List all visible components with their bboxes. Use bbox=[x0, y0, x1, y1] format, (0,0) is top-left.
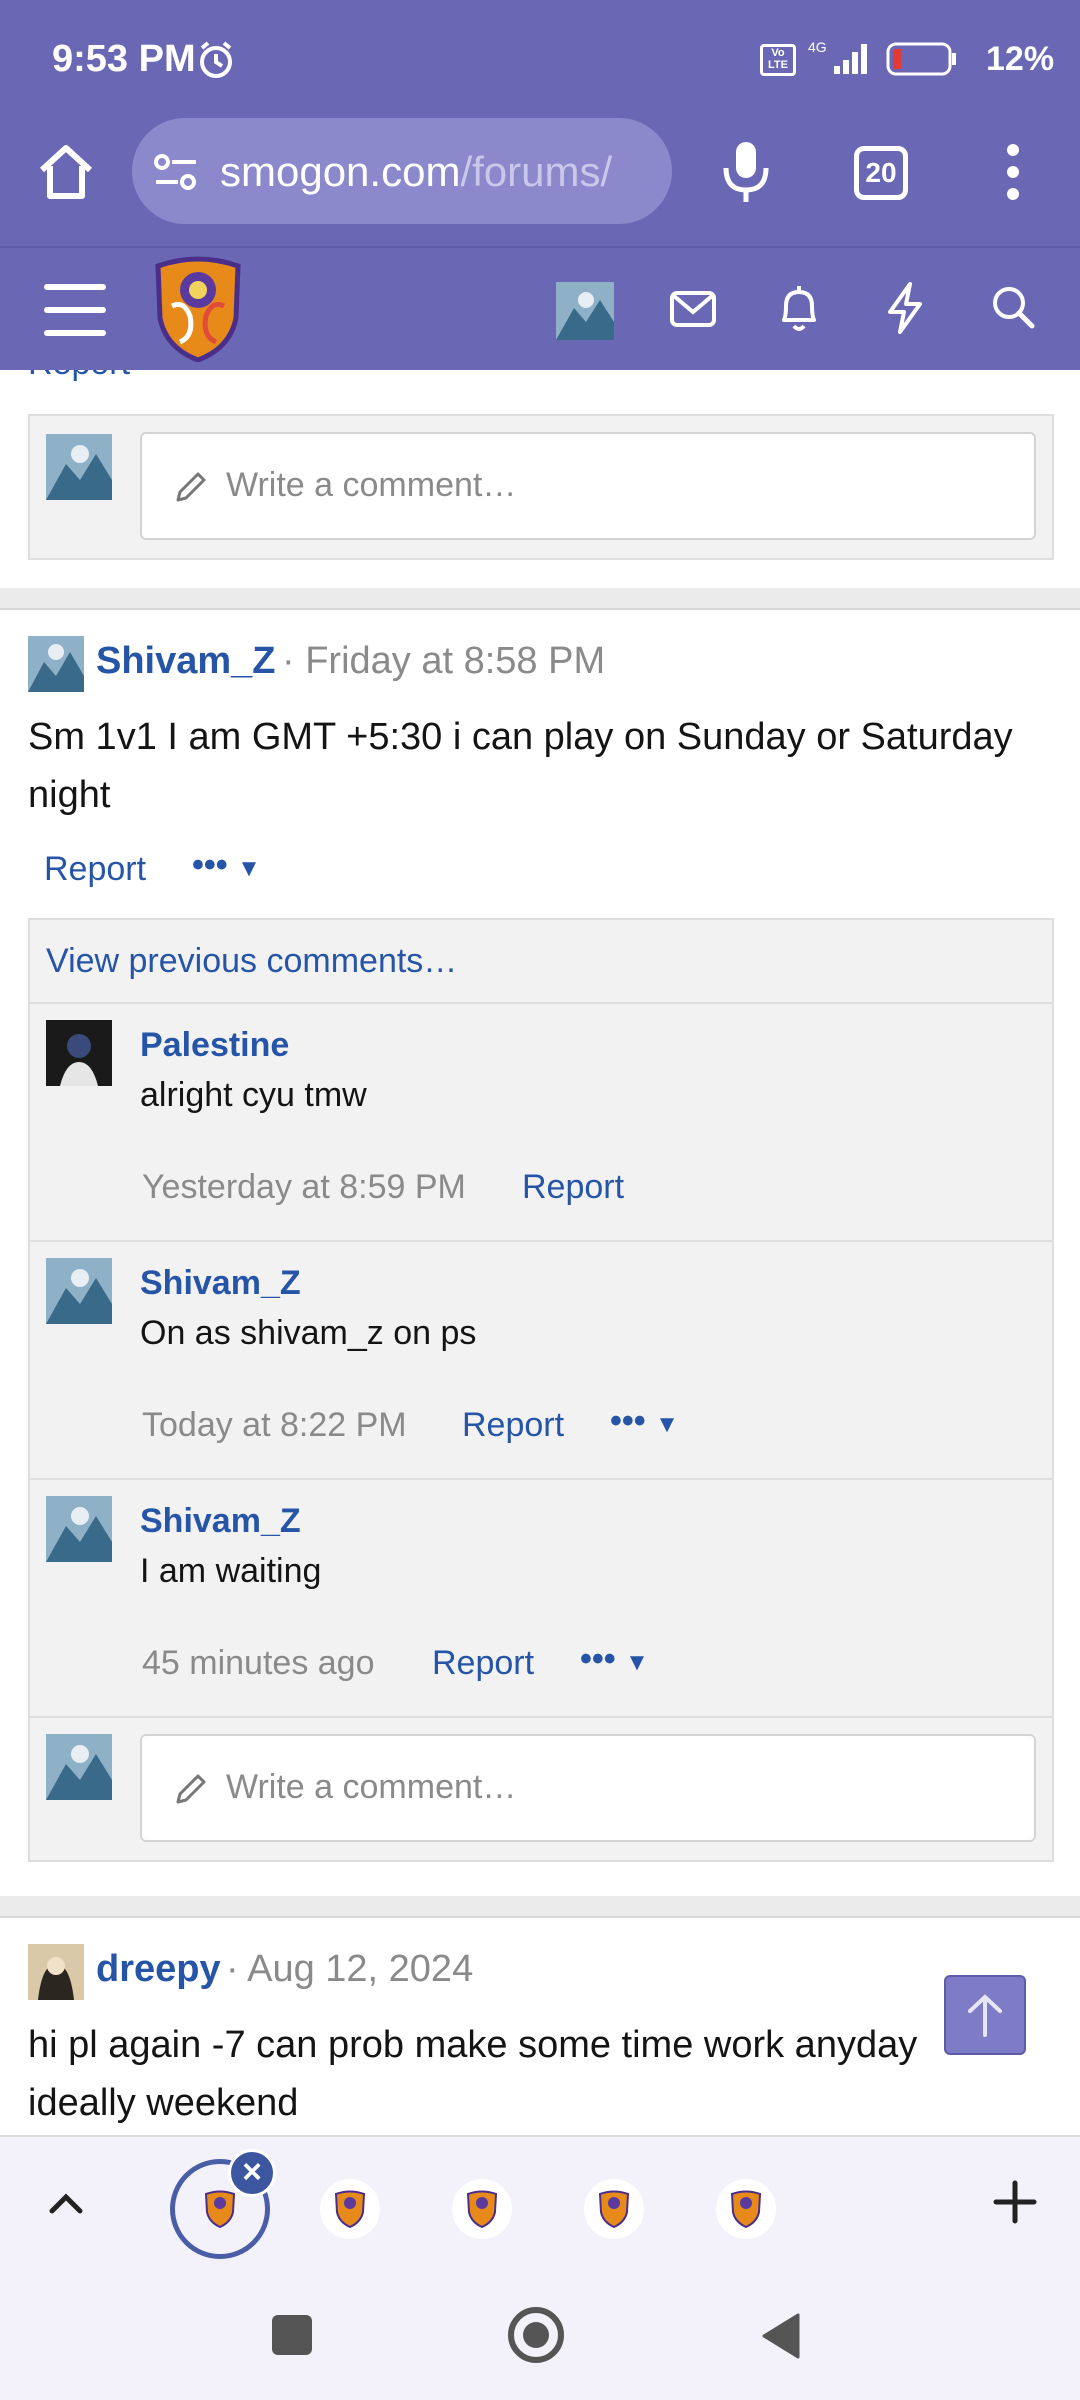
status-bar: 9:53 PM Vo LTE 4G 12% bbox=[0, 0, 1080, 118]
battery-percentage: 12% bbox=[986, 40, 1055, 78]
report-link[interactable]: Report bbox=[462, 1406, 564, 1445]
more-options-button[interactable]: ••• ▼ bbox=[580, 1640, 649, 1679]
user-avatar[interactable] bbox=[46, 1020, 112, 1086]
address-bar[interactable]: smogon.com/forums/ bbox=[132, 118, 672, 224]
more-options-button[interactable]: ••• ▼ bbox=[192, 846, 261, 885]
user-avatar[interactable] bbox=[46, 434, 112, 500]
user-avatar[interactable] bbox=[556, 282, 614, 340]
signal-icon: 4G bbox=[808, 39, 867, 74]
view-previous-comments-link[interactable]: View previous comments… bbox=[46, 942, 457, 981]
browser-toolbar: smogon.com/forums/ 20 bbox=[0, 118, 1080, 246]
user-avatar[interactable] bbox=[46, 1496, 112, 1562]
more-dots: ••• bbox=[610, 1402, 646, 1440]
comment-item: Shivam_Z On as shivam_z on ps Today at 8… bbox=[30, 1240, 1052, 1478]
scroll-to-top-button[interactable] bbox=[944, 1975, 1026, 2055]
write-comment-placeholder: Write a comment… bbox=[226, 466, 517, 504]
home-icon[interactable] bbox=[34, 140, 98, 204]
user-avatar[interactable] bbox=[28, 1944, 84, 2000]
recents-button[interactable] bbox=[272, 2315, 312, 2355]
smogon-favicon bbox=[730, 2190, 762, 2228]
post-date[interactable]: · Friday at 8:58 PM bbox=[282, 640, 605, 683]
smogon-favicon bbox=[204, 2190, 236, 2228]
write-comment-input[interactable]: Write a comment… bbox=[140, 1734, 1036, 1842]
system-navigation-bar bbox=[0, 2275, 1080, 2400]
chevron-up-icon[interactable] bbox=[44, 2181, 88, 2225]
volte-icon: Vo LTE bbox=[760, 44, 796, 76]
comment-item: Shivam_Z I am waiting 45 minutes ago Rep… bbox=[30, 1478, 1052, 1716]
home-button[interactable] bbox=[508, 2307, 564, 2363]
lightning-icon[interactable] bbox=[882, 280, 928, 336]
report-link[interactable]: Report bbox=[522, 1168, 624, 1207]
comment-text: I am waiting bbox=[140, 1552, 322, 1590]
arrow-up-icon bbox=[968, 1994, 1002, 2037]
more-dots: ••• bbox=[192, 846, 228, 884]
profile-post: dreepy · Aug 12, 2024 hi pl again -7 can… bbox=[0, 1916, 1080, 2135]
alarm-icon bbox=[200, 41, 232, 78]
report-link[interactable]: Report bbox=[432, 1644, 534, 1683]
more-dots: ••• bbox=[580, 1640, 616, 1678]
post-author[interactable]: dreepy bbox=[96, 1948, 221, 1991]
write-comment-placeholder: Write a comment… bbox=[226, 1768, 517, 1806]
comments-list: View previous comments… Palestine alrigh… bbox=[28, 918, 1054, 1862]
url-domain: smogon.com bbox=[220, 148, 461, 195]
network-type: 4G bbox=[808, 39, 827, 55]
comment-time[interactable]: 45 minutes ago bbox=[142, 1644, 375, 1683]
battery-icon bbox=[886, 42, 956, 76]
report-link[interactable]: Report bbox=[28, 370, 130, 383]
tab-thumbnail[interactable] bbox=[584, 2179, 644, 2239]
smogon-favicon bbox=[334, 2190, 366, 2228]
user-avatar[interactable] bbox=[28, 636, 84, 692]
status-time: 9:53 PM bbox=[52, 38, 196, 80]
more-options-button[interactable]: ••• ▼ bbox=[610, 1402, 679, 1441]
pencil-icon bbox=[176, 472, 206, 502]
tab-switcher-button[interactable]: 20 bbox=[854, 146, 908, 200]
user-avatar[interactable] bbox=[46, 1734, 112, 1800]
post-date[interactable]: · Aug 12, 2024 bbox=[226, 1948, 473, 1991]
comment-author[interactable]: Palestine bbox=[140, 1026, 289, 1065]
smogon-logo[interactable] bbox=[150, 256, 246, 362]
mail-icon[interactable] bbox=[668, 284, 718, 334]
smogon-favicon bbox=[466, 2190, 498, 2228]
smogon-favicon bbox=[598, 2190, 630, 2228]
plus-icon[interactable] bbox=[990, 2177, 1040, 2227]
chevron-down-icon: ▼ bbox=[237, 855, 261, 882]
tab-thumbnail[interactable] bbox=[716, 2179, 776, 2239]
hamburger-menu-icon[interactable] bbox=[44, 284, 106, 336]
site-settings-icon[interactable] bbox=[152, 152, 200, 192]
chevron-down-icon: ▼ bbox=[655, 1411, 679, 1438]
pencil-icon bbox=[176, 1774, 206, 1804]
chevron-down-icon: ▼ bbox=[625, 1649, 649, 1676]
post-text: hi pl again -7 can prob make some time w… bbox=[28, 2024, 918, 2124]
bell-icon[interactable] bbox=[774, 282, 824, 336]
thread-content: Report Write a comment… Shivam_Z · Frida… bbox=[0, 370, 1080, 2135]
more-menu-icon[interactable] bbox=[998, 140, 1028, 204]
url-text[interactable]: smogon.com/forums/ bbox=[220, 148, 660, 196]
comment-text: alright cyu tmw bbox=[140, 1076, 367, 1114]
write-comment-input[interactable]: Write a comment… bbox=[140, 432, 1036, 540]
comment-box: Write a comment… bbox=[28, 414, 1054, 560]
report-link[interactable]: Report bbox=[44, 850, 146, 889]
site-header bbox=[0, 246, 1080, 370]
back-button[interactable] bbox=[758, 2311, 804, 2361]
previous-post-tail: Report Write a comment… bbox=[0, 370, 1080, 588]
comment-time[interactable]: Today at 8:22 PM bbox=[142, 1406, 407, 1445]
tab-thumbnail[interactable] bbox=[320, 2179, 380, 2239]
write-comment-row: Write a comment… bbox=[30, 1716, 1052, 1860]
microphone-icon[interactable] bbox=[718, 138, 774, 208]
comment-text: On as shivam_z on ps bbox=[140, 1314, 477, 1352]
close-tab-icon[interactable]: × bbox=[228, 2149, 276, 2197]
comment-time[interactable]: Yesterday at 8:59 PM bbox=[142, 1168, 466, 1207]
tab-thumbnail[interactable] bbox=[452, 2179, 512, 2239]
url-path: /forums/ bbox=[460, 148, 613, 195]
comment-author[interactable]: Shivam_Z bbox=[140, 1264, 301, 1303]
user-avatar[interactable] bbox=[46, 1258, 112, 1324]
post-author[interactable]: Shivam_Z bbox=[96, 640, 276, 683]
tab-strip: × bbox=[0, 2135, 1080, 2275]
profile-post: Shivam_Z · Friday at 8:58 PM Sm 1v1 I am… bbox=[0, 608, 1080, 1896]
comment-author[interactable]: Shivam_Z bbox=[140, 1502, 301, 1541]
comment-item: Palestine alright cyu tmw Yesterday at 8… bbox=[30, 1002, 1052, 1240]
post-text: Sm 1v1 I am GMT +5:30 i can play on Sund… bbox=[28, 716, 1013, 816]
search-icon[interactable] bbox=[988, 282, 1038, 332]
